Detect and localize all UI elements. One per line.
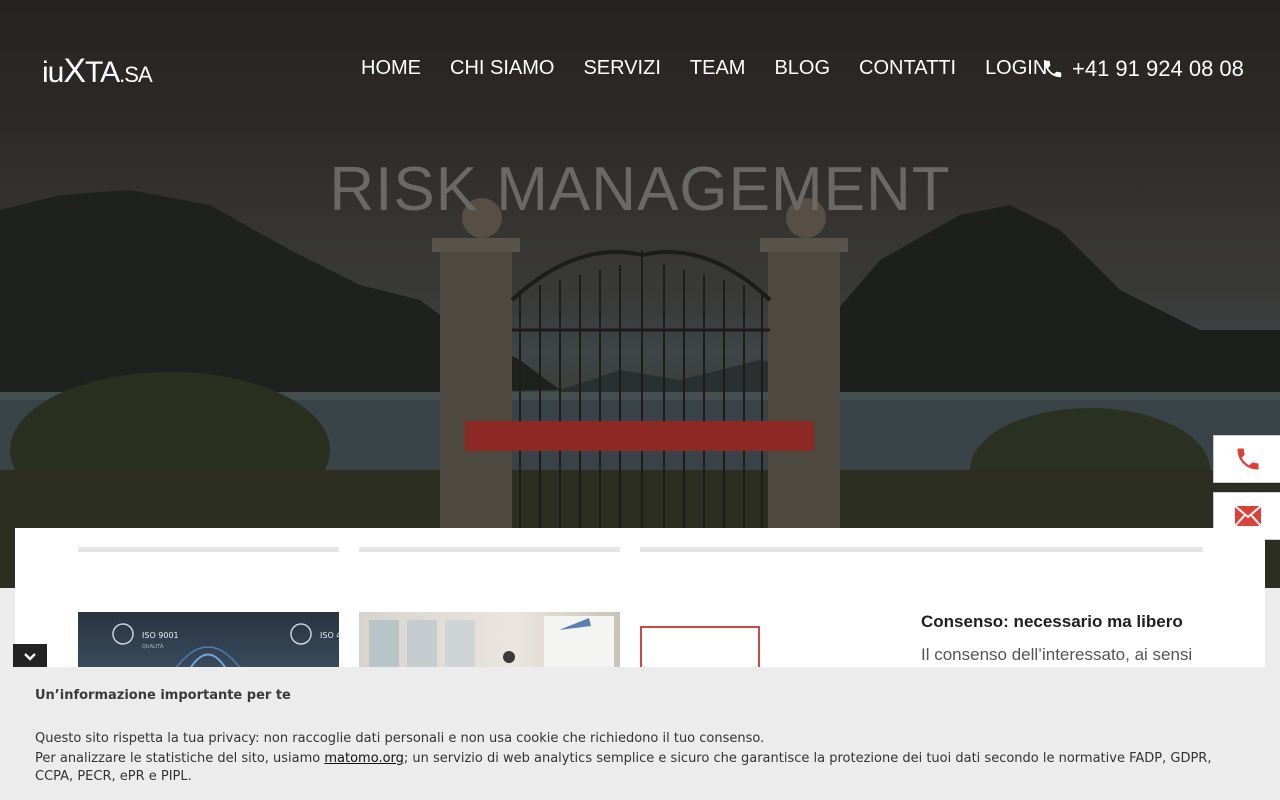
card-divider <box>359 547 620 552</box>
matomo-link[interactable]: matomo.org <box>324 751 404 766</box>
cookie-title: Un’informazione importante per te <box>35 688 291 703</box>
side-call-button[interactable] <box>1213 435 1280 483</box>
header-phone-link[interactable]: +41 91 924 08 08 <box>1042 56 1244 82</box>
cookie-notice: Un’informazione importante per te Questo… <box>0 667 1280 800</box>
svg-text:ISO 9001: ISO 9001 <box>142 631 179 640</box>
card-divider <box>78 547 339 552</box>
nav-login[interactable]: LOGIN <box>985 57 1047 80</box>
cookie-text: Questo sito rispetta la tua privacy: non… <box>35 731 765 746</box>
article-thumbnail-office[interactable] <box>359 612 620 672</box>
nav-team[interactable]: TEAM <box>690 57 746 80</box>
nav-servizi[interactable]: SERVIZI <box>583 57 660 80</box>
phone-icon <box>1237 448 1258 470</box>
mail-icon <box>1233 505 1262 527</box>
article-title[interactable]: Consenso: necessario ma libero <box>921 612 1183 632</box>
hero-background-image <box>0 190 1280 588</box>
nav-home[interactable]: HOME <box>361 57 421 80</box>
nav-blog[interactable]: BLOG <box>774 57 830 80</box>
cookie-text-analytics: Per analizzare le statistiche del sito, … <box>35 750 1245 786</box>
phone-number: +41 91 924 08 08 <box>1072 56 1244 81</box>
svg-text:QUALITÀ: QUALITÀ <box>142 643 164 650</box>
main-nav: HOME CHI SIAMO SERVIZI TEAM BLOG CONTATT… <box>361 57 1076 80</box>
card-divider <box>640 547 1203 552</box>
logo-text: TA <box>85 56 120 89</box>
chevron-down-icon <box>24 653 36 661</box>
hero-title: RISK MANAGEMENT <box>329 155 951 224</box>
phone-icon <box>1044 60 1062 78</box>
nav-chi-siamo[interactable]: CHI SIAMO <box>450 57 554 80</box>
office-photo-image <box>369 616 614 672</box>
article-thumbnail-iso[interactable]: ISO 9001 QUALITÀ ISO 4 <box>78 612 339 672</box>
logo-text: X <box>63 52 86 90</box>
site-logo[interactable]: iuXTA.SA <box>42 52 153 91</box>
article-excerpt: Il consenso dell’interessato, ai sensi <box>921 645 1193 664</box>
hero-cta-button[interactable] <box>465 421 814 451</box>
cookie-text-part: Per analizzare le statistiche del sito, … <box>35 751 325 766</box>
nav-contatti[interactable]: CONTATTI <box>859 57 956 80</box>
hero-banner: iuXTA.SA HOME CHI SIAMO SERVIZI TEAM BLO… <box>0 0 1280 588</box>
svg-text:ISO 4: ISO 4 <box>320 631 339 640</box>
logo-text: iu <box>42 56 64 89</box>
logo-text: .SA <box>119 62 152 87</box>
iso-badges-image: ISO 9001 QUALITÀ ISO 4 <box>112 623 339 672</box>
